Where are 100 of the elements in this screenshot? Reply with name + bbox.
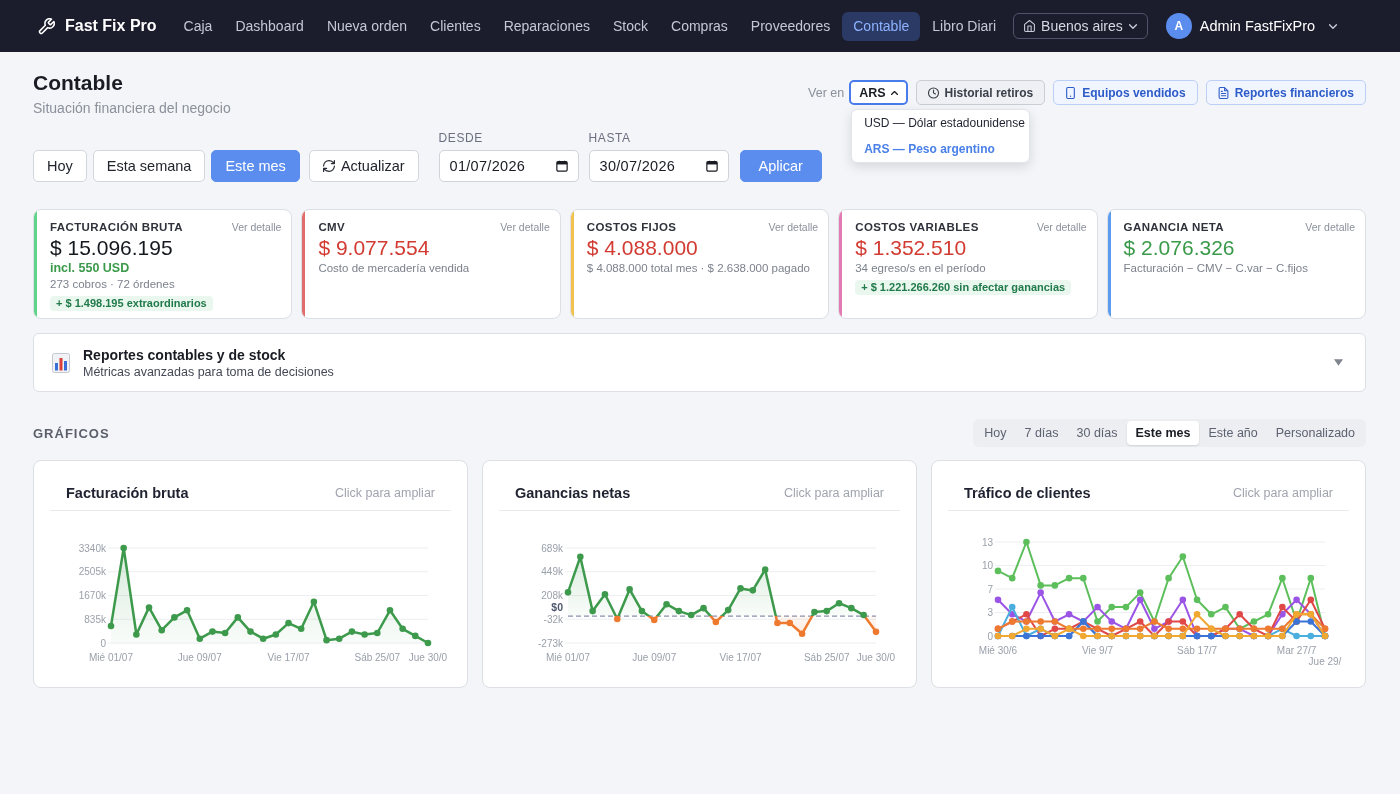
wrench-icon: [38, 17, 55, 35]
range-tab[interactable]: Hoy: [975, 421, 1016, 445]
data-point: [798, 630, 806, 638]
kpi-value: $ 1.352.510: [855, 236, 968, 260]
refresh-icon: [322, 160, 335, 172]
expand-caret-icon[interactable]: [1334, 359, 1343, 366]
data-point: [234, 614, 242, 621]
nav-item[interactable]: Reparaciones: [492, 11, 602, 41]
user-avatar: A: [1165, 13, 1192, 39]
refresh-button[interactable]: Actualizar: [308, 150, 419, 182]
range-tab[interactable]: Este mes: [1126, 421, 1200, 445]
reports-button[interactable]: Reportes financieros: [1205, 80, 1366, 105]
data-point: [872, 628, 880, 636]
nav-item[interactable]: Dashboard: [224, 11, 315, 41]
data-point: [737, 585, 744, 592]
data-point: [823, 607, 830, 615]
panel-title: Reportes contables y de stock: [83, 345, 287, 364]
preset-button[interactable]: Hoy: [33, 150, 87, 182]
data-point: [221, 629, 229, 637]
data-point: [675, 607, 683, 615]
kpi-value: $ 15.096.195: [50, 236, 174, 260]
kpi-value: $ 2.076.326: [1123, 236, 1236, 260]
data-point: [183, 607, 191, 614]
preset-button[interactable]: Esta semana: [92, 150, 206, 182]
data-point: [749, 587, 757, 594]
nav-item[interactable]: Stock: [602, 11, 660, 41]
kpi-value: $ 9.077.554: [318, 236, 431, 260]
menu-option[interactable]: USD — Dólar estadounidense: [852, 110, 1030, 136]
data-point: [285, 619, 292, 627]
nav-item[interactable]: Contable: [842, 11, 921, 41]
range-tab[interactable]: Este año: [1199, 421, 1267, 445]
axis-label: Jue 09/07: [177, 652, 222, 663]
kpi-badge: + $ 1.221.266.260 sin afectar ganancias: [855, 280, 1072, 295]
field-label: DESDE: [438, 131, 484, 145]
chart-hint: Click para ampliar: [1232, 485, 1333, 500]
data-point: [374, 629, 381, 637]
data-point: [259, 635, 267, 643]
data-point: [1008, 632, 1016, 640]
data-point: [1023, 538, 1030, 546]
app-name: Fast Fix Pro: [65, 17, 157, 35]
nav-item[interactable]: Clientes: [419, 11, 492, 41]
range-tab[interactable]: 7 días: [1015, 421, 1068, 445]
axis-label: Mié 30/6: [978, 645, 1018, 656]
chart-card[interactable]: Tráfico de clientes Click para ampliar 0 3 7 10 13 Mié 30/6 Vie 9/7 Sáb 17/7 Mar 27/7 Jue 29/: [931, 460, 1366, 688]
reference-label: $0: [551, 601, 563, 614]
range-tab[interactable]: 30 días: [1067, 421, 1127, 445]
data-point: [1094, 603, 1101, 611]
date-field[interactable]: 30/07/2026: [588, 150, 729, 182]
data-point: [1179, 553, 1187, 560]
sold-devices-button[interactable]: Equipos vendidos: [1053, 80, 1198, 105]
axis-label: Vie 17/07: [719, 652, 762, 663]
chart-hint: Click para ampliar: [783, 485, 884, 500]
data-point: [761, 566, 769, 573]
data-point: [577, 553, 584, 561]
data-point: [1307, 596, 1315, 604]
data-point: [196, 635, 204, 643]
caret-down-icon: [1128, 23, 1137, 29]
reports-panel[interactable]: Reportes contables y de stock Métricas avanzadas para toma de decisiones: [33, 333, 1366, 392]
data-point: [1108, 603, 1116, 611]
range-tab[interactable]: Personalizado: [1266, 421, 1364, 445]
data-point: [712, 618, 720, 626]
data-point: [297, 625, 305, 633]
caret-down-icon: [1329, 23, 1338, 29]
data-point: [1293, 632, 1300, 640]
axis-label: Jue 30/0: [408, 652, 448, 663]
nav-item[interactable]: Proveedores: [739, 11, 842, 41]
nav-item[interactable]: Nueva orden: [315, 11, 419, 41]
branch-select[interactable]: Buenos aires: [1013, 13, 1148, 39]
nav-item[interactable]: Caja: [172, 11, 224, 41]
kpi-note: $ 4.088.000 total mes · $ 2.638.000 pagado: [586, 261, 811, 276]
data-point: [1293, 596, 1300, 604]
user-menu[interactable]: A Admin FastFixPro: [1165, 13, 1338, 39]
data-point: [171, 614, 178, 621]
data-point: [1051, 582, 1059, 589]
axis-label: 689k: [541, 542, 563, 554]
menu-option[interactable]: ARS — Peso argentino: [852, 136, 1030, 162]
date-field[interactable]: 01/07/2026: [438, 150, 579, 182]
data-point: [145, 604, 153, 611]
data-point: [1222, 603, 1229, 611]
kpi-note: 34 egreso/s en el período: [855, 261, 987, 276]
nav-item[interactable]: Compras: [660, 11, 739, 41]
kpi-value: $ 4.088.000: [586, 236, 699, 260]
kpi-note: Facturación − CMV − C.var − C.fijos: [1123, 261, 1309, 276]
axis-label: Sáb 25/07: [354, 652, 401, 663]
data-point: [412, 632, 419, 640]
data-point: [687, 611, 695, 619]
data-point: [638, 607, 646, 615]
data-point: [811, 608, 818, 616]
axis-label: Vie 17/07: [267, 652, 310, 663]
kpi-title: GANANCIA NETA: [1123, 221, 1224, 233]
currency-select[interactable]: ARS: [849, 80, 908, 105]
data-point: [663, 600, 670, 608]
axis-label: 3340k: [78, 542, 106, 554]
data-point: [700, 604, 707, 612]
nav-item[interactable]: Libro Diari: [921, 11, 1008, 41]
data-point: [835, 599, 843, 607]
data-point: [1307, 632, 1315, 640]
data-point: [1065, 574, 1073, 582]
data-point: [399, 625, 406, 633]
history-button[interactable]: Historial retiros: [915, 80, 1046, 105]
